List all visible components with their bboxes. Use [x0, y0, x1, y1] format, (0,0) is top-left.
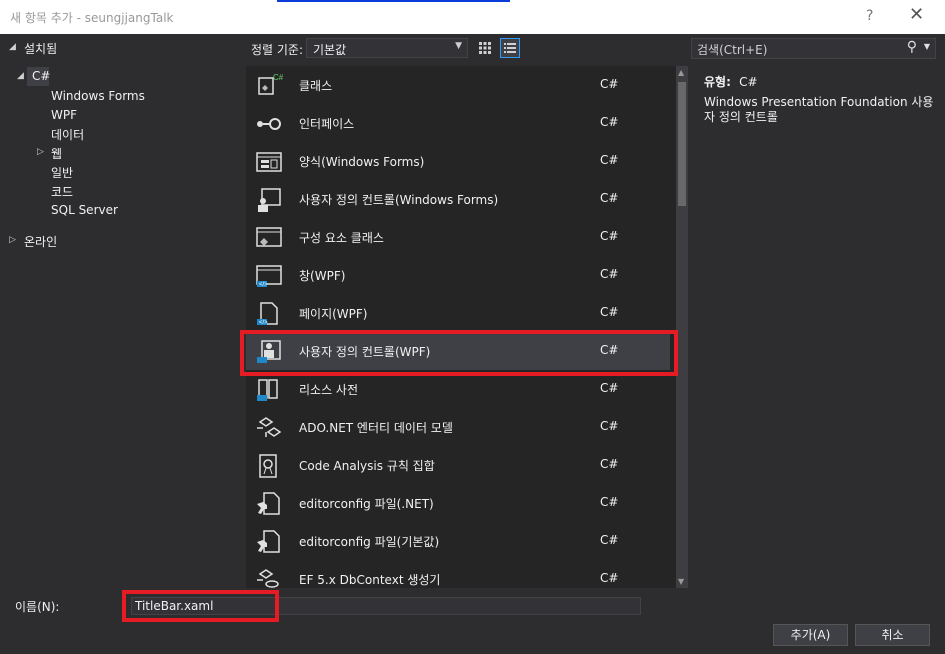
template-name: editorconfig 파일(.NET) — [299, 497, 434, 511]
svg-text:C#: C# — [273, 73, 284, 82]
template-name: 구성 요소 클래스 — [299, 231, 384, 245]
resource-dictionary-icon — [254, 376, 284, 404]
search-placeholder: 검색(Ctrl+E) — [697, 43, 768, 57]
template-language: C# — [600, 381, 619, 395]
entity-model-icon — [254, 414, 284, 442]
dbcontext-icon — [254, 566, 284, 588]
window-icon: </> — [254, 262, 284, 290]
template-row[interactable]: 인터페이스 C# — [246, 104, 670, 142]
template-name: EF 5.x DbContext 생성기 — [299, 573, 441, 587]
sort-value: 기본값 — [313, 43, 347, 57]
search-input[interactable]: 검색(Ctrl+E) ⚲ ▼ — [691, 38, 936, 59]
window-title: 새 항목 추가 - seungjjangTalk — [10, 11, 174, 25]
template-language: C# — [600, 229, 619, 243]
add-button[interactable]: 추가(A) — [773, 624, 848, 646]
template-name: 창(WPF) — [299, 269, 346, 283]
svg-text:</>: </> — [259, 320, 268, 326]
grid-view-icon[interactable] — [476, 39, 494, 57]
template-language: C# — [600, 457, 619, 471]
template-list: C# 클래스 C# 인터페이스 C# 양식(Windows Forms) C# 사용자 정의 … — [246, 66, 678, 588]
expand-triangle-icon[interactable]: ▷ — [9, 235, 16, 245]
template-name: Code Analysis 규칙 집합 — [299, 459, 435, 473]
template-row[interactable]: 사용자 정의 컨트롤(Windows Forms) C# — [246, 180, 670, 218]
template-name: 인터페이스 — [299, 117, 355, 131]
class-icon: C# — [254, 72, 284, 100]
editorconfig-icon — [254, 490, 284, 518]
template-language: C# — [600, 495, 619, 509]
highlight-box-selected-template — [240, 330, 678, 376]
type-row: 유형: C# — [704, 73, 758, 90]
tree-item-online[interactable]: 온라인 — [24, 233, 57, 250]
editorconfig-icon — [254, 528, 284, 556]
close-button[interactable]: ✕ — [909, 4, 924, 25]
template-row[interactable]: EF 5.x DbContext 생성기 C# — [246, 560, 670, 588]
list-scrollbar[interactable]: ▲ ▼ — [676, 66, 688, 588]
expand-triangle-icon[interactable]: ▷ — [37, 147, 44, 157]
template-language: C# — [600, 115, 619, 129]
template-row[interactable]: ADO.NET 엔터티 데이터 모델 C# — [246, 408, 670, 446]
template-name: 양식(Windows Forms) — [299, 155, 425, 169]
collapse-triangle-icon[interactable]: ◢ — [17, 71, 24, 81]
svg-text:</>: </> — [259, 282, 268, 288]
scroll-up-icon[interactable]: ▲ — [678, 68, 684, 77]
template-language: C# — [600, 571, 619, 585]
tree-item-installed[interactable]: 설치됨 — [24, 40, 57, 57]
template-name: 클래스 — [299, 79, 333, 93]
sort-label: 정렬 기준: — [251, 43, 304, 57]
template-row[interactable]: </> 창(WPF) C# — [246, 256, 670, 294]
search-icon[interactable]: ⚲ — [907, 39, 917, 55]
page-icon: </> — [254, 300, 284, 328]
rule-set-icon — [254, 452, 284, 480]
form-icon — [254, 148, 284, 176]
tree-item-windows-forms[interactable]: Windows Forms — [51, 89, 145, 103]
tree-item-sql-server[interactable]: SQL Server — [51, 203, 118, 217]
user-control-icon — [254, 186, 284, 214]
template-language: C# — [600, 191, 619, 205]
tree-item-wpf[interactable]: WPF — [51, 108, 77, 122]
template-name: editorconfig 파일(기본값) — [299, 535, 440, 549]
name-label: 이름(N): — [15, 600, 60, 614]
template-row[interactable]: editorconfig 파일(.NET) C# — [246, 484, 670, 522]
template-row[interactable]: </> 페이지(WPF) C# — [246, 294, 670, 332]
tree-item-web[interactable]: 웹 — [51, 145, 62, 162]
template-row[interactable]: C# 클래스 C# — [246, 66, 670, 104]
tree-item-code[interactable]: 코드 — [51, 183, 73, 200]
template-row[interactable]: 양식(Windows Forms) C# — [246, 142, 670, 180]
component-class-icon — [254, 224, 284, 252]
tree-item-data[interactable]: 데이터 — [51, 126, 84, 143]
template-name: 사용자 정의 컨트롤(Windows Forms) — [299, 193, 499, 207]
template-language: C# — [600, 77, 619, 91]
scroll-down-icon[interactable]: ▼ — [678, 577, 684, 586]
cancel-button[interactable]: 취소 — [855, 624, 930, 646]
template-language: C# — [600, 153, 619, 167]
title-accent-line — [277, 0, 510, 2]
list-view-icon[interactable] — [500, 38, 520, 58]
sort-dropdown[interactable]: 기본값 ▼ — [306, 38, 468, 58]
chevron-down-icon[interactable]: ▼ — [924, 42, 930, 51]
template-language: C# — [600, 533, 619, 547]
title-bar: 새 항목 추가 - seungjjangTalk ? ✕ — [0, 0, 945, 34]
template-row[interactable]: 구성 요소 클래스 C# — [246, 218, 670, 256]
template-description: Windows Presentation Foundation 사용자 정의 컨… — [704, 95, 934, 124]
template-language: C# — [600, 419, 619, 433]
template-row[interactable]: Code Analysis 규칙 집합 C# — [246, 446, 670, 484]
tree-item-csharp[interactable]: C# — [32, 69, 50, 83]
template-name: ADO.NET 엔터티 데이터 모델 — [299, 421, 453, 435]
template-name: 리소스 사전 — [299, 383, 359, 397]
interface-icon — [254, 110, 284, 138]
help-button[interactable]: ? — [866, 8, 873, 24]
template-row[interactable]: editorconfig 파일(기본값) C# — [246, 522, 670, 560]
highlight-box-name-field — [122, 590, 279, 622]
type-value: C# — [739, 75, 758, 89]
template-language: C# — [600, 305, 619, 319]
template-language: C# — [600, 267, 619, 281]
template-name: 페이지(WPF) — [299, 307, 368, 321]
scroll-thumb[interactable] — [678, 82, 686, 206]
tree-item-general[interactable]: 일반 — [51, 164, 73, 181]
chevron-down-icon: ▼ — [455, 41, 462, 51]
collapse-triangle-icon[interactable]: ◢ — [9, 42, 16, 52]
type-label: 유형: — [704, 75, 731, 89]
